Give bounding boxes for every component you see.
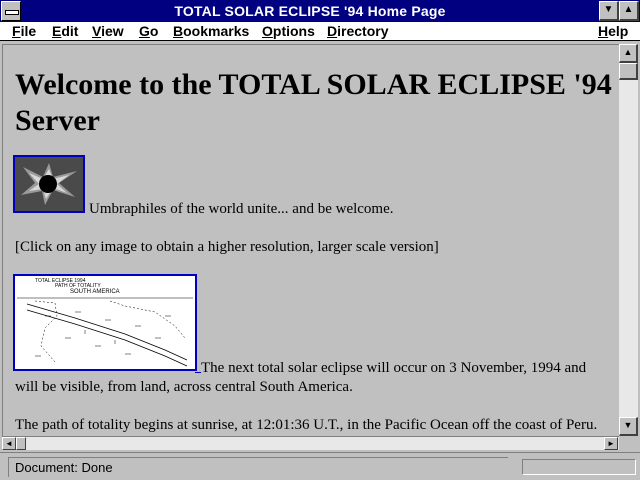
system-menu-button[interactable] xyxy=(1,1,21,21)
map-graphic: TOTAL ECLIPSE 1994 PATH OF TOTALITY SOUT… xyxy=(15,276,195,369)
menu-view-label: iew xyxy=(101,23,124,39)
menu-directory[interactable]: Directory xyxy=(327,23,388,39)
menu-options[interactable]: Options xyxy=(262,23,315,39)
status-text: Document: Done xyxy=(8,457,508,477)
scroll-left-button[interactable]: ◄ xyxy=(2,437,16,450)
scroll-up-button[interactable]: ▲ xyxy=(619,44,638,63)
horizontal-scrollbar[interactable]: ◄ ► xyxy=(2,436,619,450)
menu-view[interactable]: View xyxy=(92,23,124,39)
vertical-scroll-thumb[interactable] xyxy=(619,63,638,80)
scroll-right-button[interactable]: ► xyxy=(604,437,618,450)
menu-edit[interactable]: Edit xyxy=(52,23,78,39)
eclipse-path-map-image[interactable]: TOTAL ECLIPSE 1994 PATH OF TOTALITY SOUT… xyxy=(13,274,197,371)
menu-bookmarks-mnemonic: B xyxy=(173,23,184,39)
vertical-scrollbar[interactable]: ▲ ▼ xyxy=(619,44,638,436)
menu-file-label: ile xyxy=(20,23,37,39)
menu-directory-mnemonic: D xyxy=(327,23,338,39)
title-bar: TOTAL SOLAR ECLIPSE '94 Home Page ▼ ▲ xyxy=(0,0,640,22)
menu-view-mnemonic: V xyxy=(92,23,102,39)
eclipse-corona-image[interactable] xyxy=(13,155,85,213)
minimize-button[interactable]: ▼ xyxy=(599,1,619,21)
menu-bar: File Edit View Go Bookmarks Options Dire… xyxy=(0,22,640,41)
scroll-down-button[interactable]: ▼ xyxy=(619,417,638,436)
menu-options-mnemonic: O xyxy=(262,23,273,39)
path-totality-text: The path of totality begins at sunrise, … xyxy=(15,417,598,433)
progress-indicator xyxy=(522,459,636,475)
menu-go[interactable]: Go xyxy=(139,23,158,39)
menu-file-mnemonic: F xyxy=(12,23,21,39)
intro-text: Umbraphiles of the world unite... and be… xyxy=(89,201,394,217)
menu-edit-mnemonic: E xyxy=(52,23,62,39)
corona-graphic xyxy=(15,157,83,211)
menu-help-mnemonic: H xyxy=(598,23,609,39)
menu-help[interactable]: Help xyxy=(598,23,628,39)
vertical-scroll-track[interactable] xyxy=(619,63,638,417)
page-heading: Welcome to the TOTAL SOLAR ECLIPSE '94 S… xyxy=(15,68,612,137)
menu-file[interactable]: File xyxy=(12,23,36,39)
next-eclipse-text: The next total solar eclipse will occur … xyxy=(15,360,587,395)
click-note-text: [Click on any image to obtain a higher r… xyxy=(15,239,439,255)
menu-bookmarks[interactable]: Bookmarks xyxy=(173,23,249,39)
menu-go-mnemonic: G xyxy=(139,23,150,39)
scrollbar-corner xyxy=(619,436,638,450)
horizontal-scroll-thumb[interactable] xyxy=(16,437,26,450)
menu-options-label: ptions xyxy=(272,23,315,39)
menu-go-label: o xyxy=(149,23,159,39)
maximize-button[interactable]: ▲ xyxy=(619,1,639,21)
menu-help-label: elp xyxy=(608,23,629,39)
system-menu-icon xyxy=(5,10,19,15)
page-content: Welcome to the TOTAL SOLAR ECLIPSE '94 S… xyxy=(2,44,619,437)
menu-bookmarks-label: ookmarks xyxy=(183,23,250,39)
menu-directory-label: irectory xyxy=(337,23,389,39)
status-bar: Document: Done xyxy=(0,452,640,480)
map-caption-3: SOUTH AMERICA xyxy=(70,289,120,295)
window-title: TOTAL SOLAR ECLIPSE '94 Home Page xyxy=(174,3,446,19)
menu-edit-label: dit xyxy=(61,23,79,39)
